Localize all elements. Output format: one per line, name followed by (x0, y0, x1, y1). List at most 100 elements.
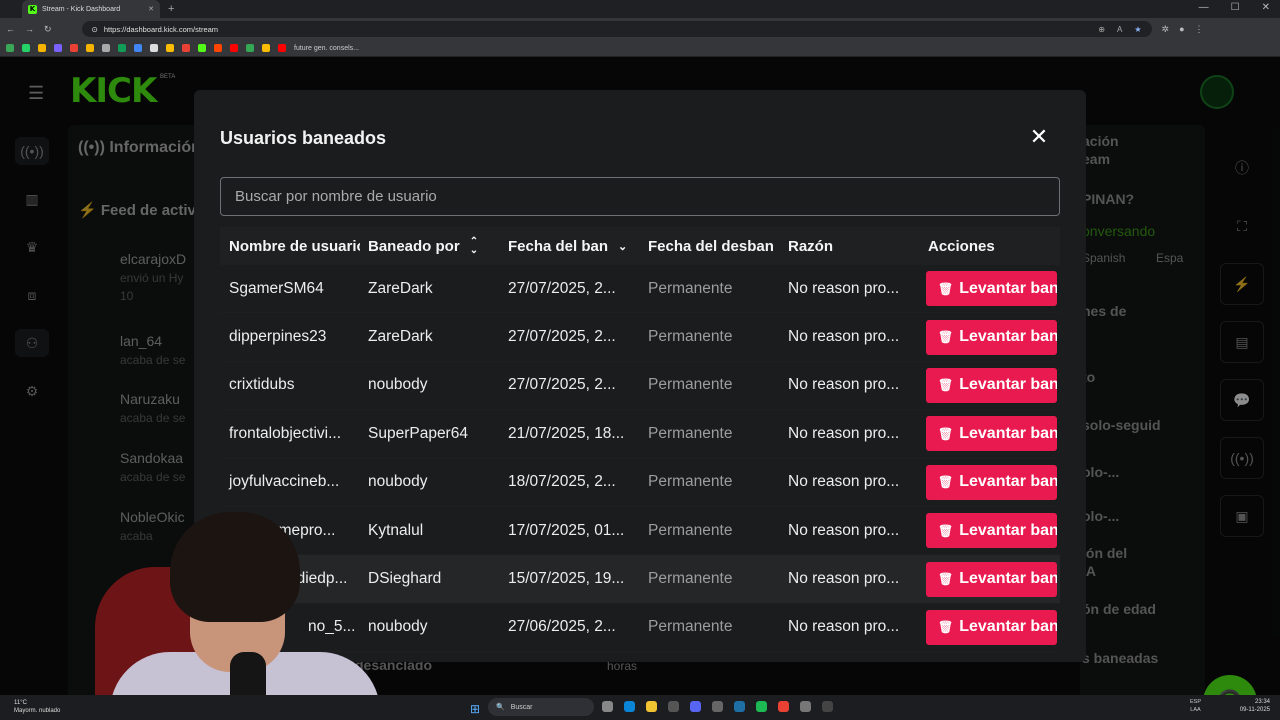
table-row: frontalobjectivi... SuperPaper64 21/07/2… (220, 410, 1060, 459)
column-header-unban-date[interactable]: Fecha del desban (640, 238, 780, 255)
extensions-icon[interactable]: ✲ (1162, 24, 1170, 35)
ban-date-cell: 27/07/2025, 2... (508, 328, 616, 346)
address-bar-row: ← → ↻ ⊙ https://dashboard.kick.com/strea… (0, 18, 1280, 40)
microphone (230, 652, 266, 695)
bookmark-icon[interactable] (246, 44, 254, 52)
bookmark-icon[interactable] (262, 44, 270, 52)
unban-button[interactable]: 🗑 Levantar ban (926, 513, 1057, 549)
webcam-person-hair (170, 512, 300, 622)
unban-button[interactable]: 🗑 Levantar ban (926, 367, 1057, 403)
column-label: Baneado por (368, 237, 460, 255)
kick-bookmark-icon[interactable] (198, 44, 206, 52)
steam-icon[interactable] (734, 701, 745, 712)
bookmark-icon[interactable] (70, 44, 78, 52)
discord-icon[interactable] (690, 701, 701, 712)
column-header-reason[interactable]: Razón (780, 238, 920, 255)
actions-cell: 🗑 Levantar ban (920, 319, 1060, 355)
spotify-icon[interactable] (756, 701, 767, 712)
bookmark-icon[interactable] (22, 44, 30, 52)
bookmark-icon[interactable] (134, 44, 142, 52)
site-info-icon[interactable]: ⊙ (92, 25, 98, 34)
maximize-icon[interactable]: ☐ (1231, 2, 1240, 13)
reason-cell: No reason pro... (788, 521, 900, 539)
trash-icon: 🗑 (938, 523, 954, 538)
username-cell[interactable]: SgamerSM64 (220, 280, 360, 298)
unban-button[interactable]: 🗑 Levantar ban (926, 271, 1057, 307)
url-field[interactable]: ⊙ https://dashboard.kick.com/stream ⊕ A … (81, 21, 1152, 37)
explorer-icon[interactable] (646, 701, 657, 712)
username-cell[interactable]: dipperpines23 (220, 328, 360, 346)
reason-cell: No reason pro... (788, 376, 900, 394)
webcam-overlay (90, 512, 380, 695)
taskbar-apps (602, 701, 833, 712)
column-header-username[interactable]: Nombre de usuario (220, 238, 360, 255)
new-tab-icon[interactable]: + (168, 3, 174, 15)
column-label: Fecha del ban (508, 237, 609, 255)
bookmark-icon[interactable] (6, 44, 14, 52)
zoom-icon[interactable]: ⊕ (1098, 25, 1105, 34)
youtube-icon[interactable] (278, 44, 286, 52)
windows-start-icon[interactable]: ⊞ (470, 702, 480, 716)
taskbar-search[interactable]: 🔍 Buscar (488, 698, 594, 716)
back-icon[interactable]: ← (6, 24, 15, 34)
username-cell[interactable]: crixtidubs (220, 376, 360, 394)
app-icon[interactable] (712, 701, 723, 712)
tab-close-icon[interactable]: ✕ (148, 5, 154, 13)
column-header-actions: Acciones (928, 237, 995, 255)
trash-icon: 🗑 (938, 426, 954, 441)
clock-date: 09-11-2025 (1239, 707, 1270, 713)
bookmark-icon[interactable] (54, 44, 62, 52)
language-indicator[interactable]: ESP LAA (1190, 698, 1201, 714)
unban-button[interactable]: 🗑 Levantar ban (926, 464, 1057, 500)
bookmark-icon[interactable] (214, 44, 222, 52)
bookmark-icon[interactable] (118, 44, 126, 52)
bookmark-icon[interactable] (38, 44, 46, 52)
reload-icon[interactable]: ↻ (44, 24, 52, 35)
minimize-icon[interactable]: — (1199, 2, 1209, 13)
taskview-icon[interactable] (602, 701, 613, 712)
trash-icon: 🗑 (938, 475, 954, 490)
username-cell[interactable]: frontalobjectivi... (220, 425, 360, 443)
search-input[interactable] (220, 177, 1060, 216)
unban-date-cell: Permanente (648, 424, 733, 442)
username-cell[interactable]: joyfulvaccineb... (220, 473, 360, 491)
window-close-icon[interactable]: ✕ (1262, 2, 1270, 13)
bookmark-star-icon[interactable]: ★ (1134, 25, 1141, 34)
unban-button[interactable]: 🗑 Levantar ban (926, 561, 1057, 597)
column-header-banned-by[interactable]: Baneado por ⌃ ⌄ (360, 237, 500, 256)
bookmark-icon[interactable] (102, 44, 110, 52)
translate-icon[interactable]: A (1117, 25, 1122, 34)
weather-widget[interactable]: 11°C Mayorm. nublado (14, 699, 60, 715)
column-header-ban-date[interactable]: Fecha del ban ⌄ (500, 238, 640, 255)
system-clock[interactable]: 23:34 09-11-2025 (1240, 698, 1270, 714)
settings-app-icon[interactable] (800, 701, 811, 712)
table-header: Nombre de usuario Baneado por ⌃ ⌄ Fecha d… (220, 227, 1060, 265)
chevron-down-icon[interactable]: ⌄ (618, 240, 627, 253)
bookmark-icon[interactable] (166, 44, 174, 52)
bookmark-icon[interactable] (182, 44, 190, 52)
youtube-icon[interactable] (230, 44, 238, 52)
bookmark-icon[interactable] (86, 44, 94, 52)
forward-icon[interactable]: → (25, 24, 34, 34)
menu-icon[interactable]: ⋮ (1195, 24, 1204, 35)
unban-button[interactable]: 🗑 Levantar ban (926, 319, 1057, 355)
ban-date-cell: 15/07/2025, 19... (508, 570, 625, 588)
unban-button[interactable]: 🗑 Levantar ban (926, 416, 1057, 452)
github-icon[interactable] (150, 44, 158, 52)
sort-icon[interactable]: ⌃ ⌄ (470, 237, 478, 256)
table-row: SgamerSM64 ZareDark 27/07/2025, 2... Per… (220, 265, 1060, 314)
app-icon[interactable] (822, 701, 833, 712)
lang-secondary: LAA (1190, 707, 1201, 713)
banned-by-cell: noubody (368, 473, 428, 491)
kick-favicon-icon: K (28, 4, 37, 14)
store-icon[interactable] (668, 701, 679, 712)
banned-by-cell: SuperPaper64 (368, 424, 468, 442)
close-icon[interactable]: ✕ (1028, 126, 1050, 148)
table-row: crixtidubs noubody 27/07/2025, 2... Perm… (220, 362, 1060, 411)
bookmark-label[interactable]: future gen. consels... (294, 45, 359, 52)
profile-icon[interactable]: ● (1179, 24, 1184, 34)
browser-tab[interactable]: K Stream - Kick Dashboard ✕ (22, 0, 160, 18)
unban-button[interactable]: 🗑 Levantar ban (926, 609, 1057, 645)
edge-icon[interactable] (624, 701, 635, 712)
chrome-icon[interactable] (778, 701, 789, 712)
